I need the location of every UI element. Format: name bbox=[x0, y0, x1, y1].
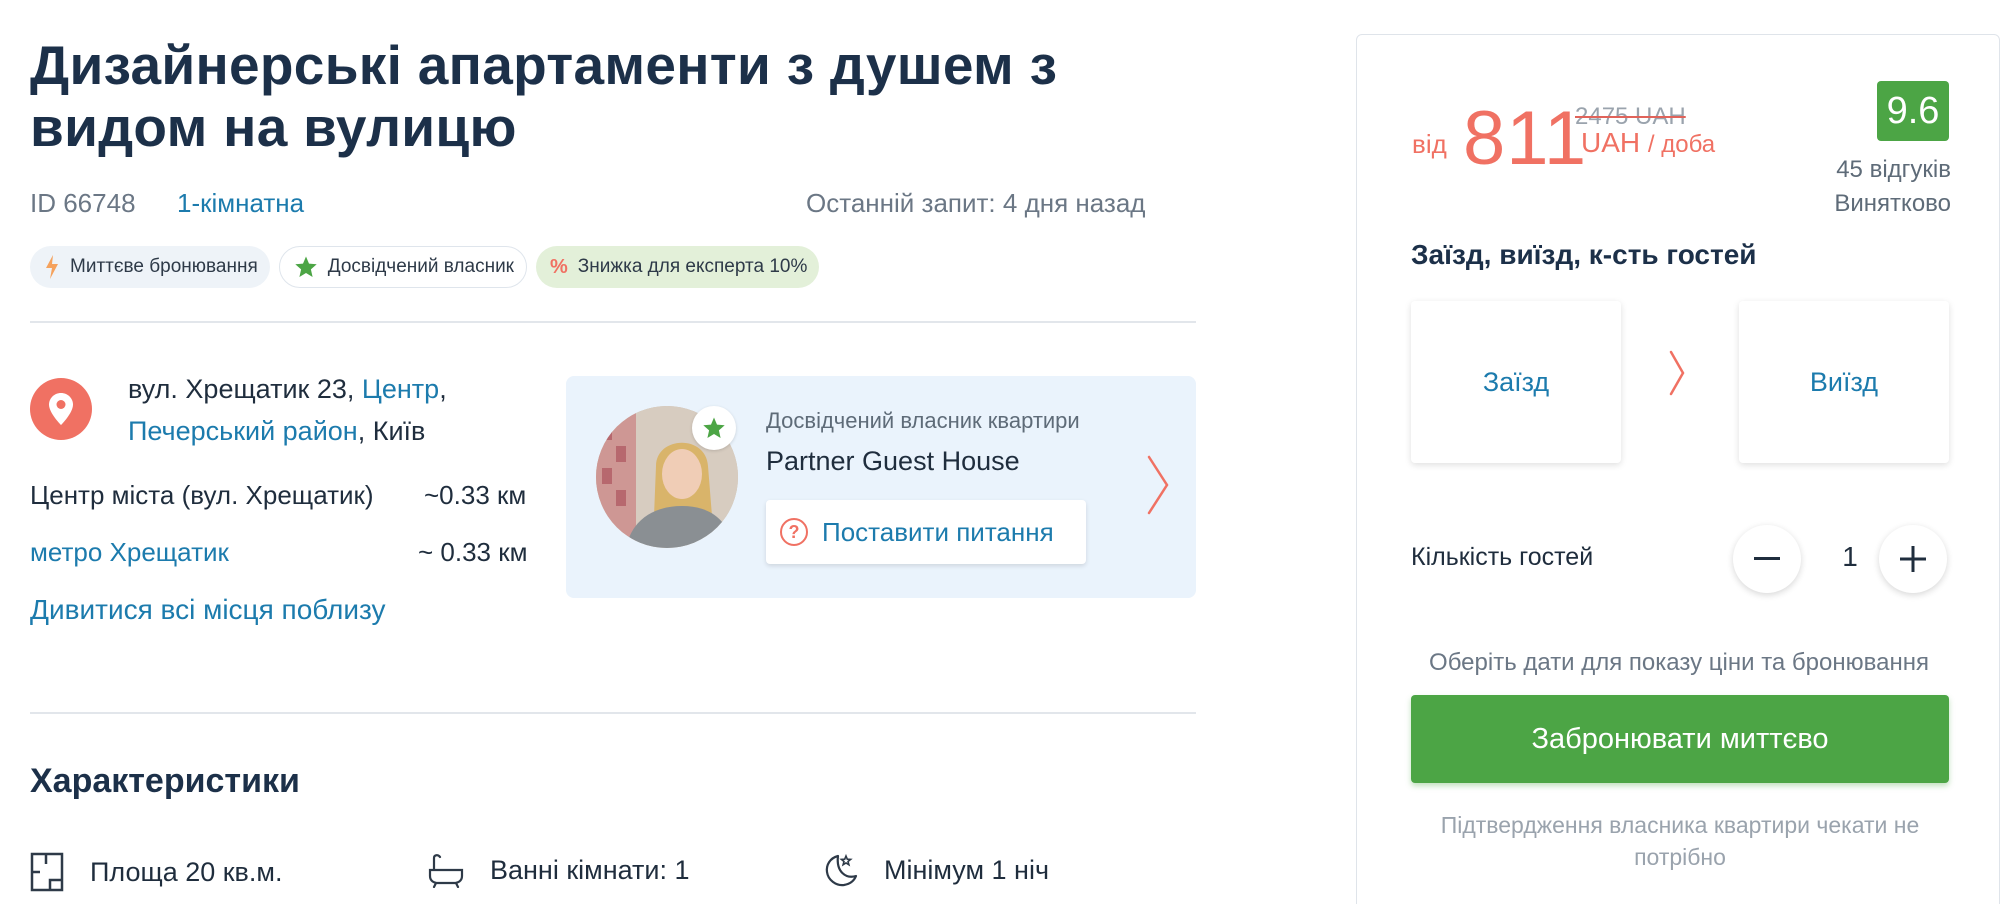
checkout-field[interactable]: Виїзд bbox=[1739, 301, 1949, 463]
price-per-label: / доба bbox=[1647, 131, 1716, 158]
confirmation-note: Підтвердження власника квартири чекати н… bbox=[1440, 812, 1920, 870]
distance-value-center: ~0.33 км bbox=[424, 480, 527, 510]
ask-question-label: Поставити питання bbox=[822, 516, 1054, 547]
checkin-field[interactable]: Заїзд bbox=[1411, 301, 1621, 463]
reviews-block: 45 відгуків Винятково bbox=[1821, 153, 1951, 221]
chevron-right-icon bbox=[1668, 349, 1686, 402]
area-link[interactable]: Печерський район bbox=[128, 416, 358, 446]
host-card: Досвідчений власник квартири Partner Gue… bbox=[566, 376, 1196, 598]
book-instantly-button[interactable]: Забронювати миттєво bbox=[1411, 695, 1949, 783]
address-street: вул. Хрещатик 23, bbox=[128, 374, 362, 404]
guests-label: Кількість гостей bbox=[1411, 543, 1594, 571]
district-link[interactable]: Центр bbox=[362, 374, 439, 404]
rooms-link[interactable]: 1-кімнатна bbox=[177, 188, 304, 219]
badge-label: Досвідчений власник bbox=[327, 256, 514, 277]
price-value: 811 bbox=[1463, 96, 1588, 181]
feature-area: Площа 20 кв.м. bbox=[30, 852, 282, 892]
price-unit: UAH / доба bbox=[1581, 127, 1715, 159]
feature-label: Ванні кімнати: 1 bbox=[490, 854, 690, 885]
distance-name-center: Центр міста (вул. Хрещатик) bbox=[30, 480, 374, 510]
guests-value: 1 bbox=[1842, 541, 1858, 572]
distance-name-metro[interactable]: метро Хрещатик bbox=[30, 537, 229, 568]
distance-value-metro: ~ 0.33 км bbox=[418, 537, 528, 567]
feature-bathrooms: Ванні кімнати: 1 bbox=[428, 852, 690, 888]
date-hint: Оберіть дати для показу ціни та бронюван… bbox=[1429, 649, 1929, 676]
reviews-count-link[interactable]: 45 відгуків bbox=[1821, 153, 1951, 187]
address: вул. Хрещатик 23, Центр, Печерський райо… bbox=[128, 368, 568, 452]
booking-panel: від 811 2475 UAH UAH / доба 9.6 45 відгу… bbox=[1356, 34, 2000, 904]
feature-label: Мінімум 1 ніч bbox=[884, 854, 1050, 885]
moon-icon bbox=[824, 852, 858, 888]
ask-question-button[interactable]: ? Поставити питання bbox=[766, 500, 1086, 564]
floorplan-icon bbox=[30, 852, 64, 892]
star-icon bbox=[294, 255, 318, 279]
rating-score-badge: 9.6 bbox=[1877, 81, 1949, 141]
question-icon: ? bbox=[780, 518, 808, 546]
star-icon bbox=[702, 416, 726, 440]
chevron-right-icon[interactable] bbox=[1146, 454, 1170, 521]
badge-expert-discount: % Знижка для експерта 10% bbox=[536, 246, 820, 288]
guests-decrement-button[interactable] bbox=[1733, 525, 1801, 593]
feature-label: Площа 20 кв.м. bbox=[90, 856, 283, 887]
badge-label: Знижка для експерта 10% bbox=[577, 256, 808, 277]
host-star-badge bbox=[692, 406, 736, 450]
badge-row: Миттєве бронювання Досвідчений власник %… bbox=[30, 246, 820, 288]
address-city: , Київ bbox=[357, 416, 426, 446]
address-separator: , bbox=[439, 374, 447, 404]
listing-title: Дизайнерські апартаменти з душем з видом… bbox=[30, 34, 1058, 158]
guests-increment-button[interactable] bbox=[1879, 525, 1947, 593]
badge-instant-booking: Миттєве бронювання bbox=[30, 246, 270, 288]
plus-icon bbox=[1900, 546, 1926, 572]
percent-icon: % bbox=[550, 255, 568, 278]
minus-icon bbox=[1754, 557, 1780, 561]
divider bbox=[30, 321, 1196, 323]
divider bbox=[30, 712, 1196, 714]
price-currency: UAH bbox=[1581, 127, 1641, 158]
dates-heading: Заїзд, виїзд, к-сть гостей bbox=[1411, 239, 1757, 270]
badge-label: Миттєве бронювання bbox=[70, 256, 258, 277]
listing-id: ID 66748 bbox=[30, 188, 136, 218]
host-role: Досвідчений власник квартири bbox=[766, 408, 1080, 433]
rating-word: Винятково bbox=[1834, 190, 1951, 217]
host-name: Partner Guest House bbox=[766, 446, 1020, 476]
last-request: Останній запит: 4 дня назад bbox=[806, 188, 1146, 218]
features-heading: Характеристики bbox=[30, 762, 300, 800]
feature-min-nights: Мінімум 1 ніч bbox=[824, 852, 1049, 888]
location-pin-icon bbox=[30, 378, 92, 440]
lightning-icon bbox=[44, 255, 60, 279]
price-from-label: від bbox=[1412, 129, 1447, 159]
badge-experienced-owner: Досвідчений власник bbox=[278, 246, 527, 288]
nearby-places-link[interactable]: Дивитися всі місця поблизу bbox=[30, 594, 386, 626]
bathtub-icon bbox=[428, 852, 464, 888]
